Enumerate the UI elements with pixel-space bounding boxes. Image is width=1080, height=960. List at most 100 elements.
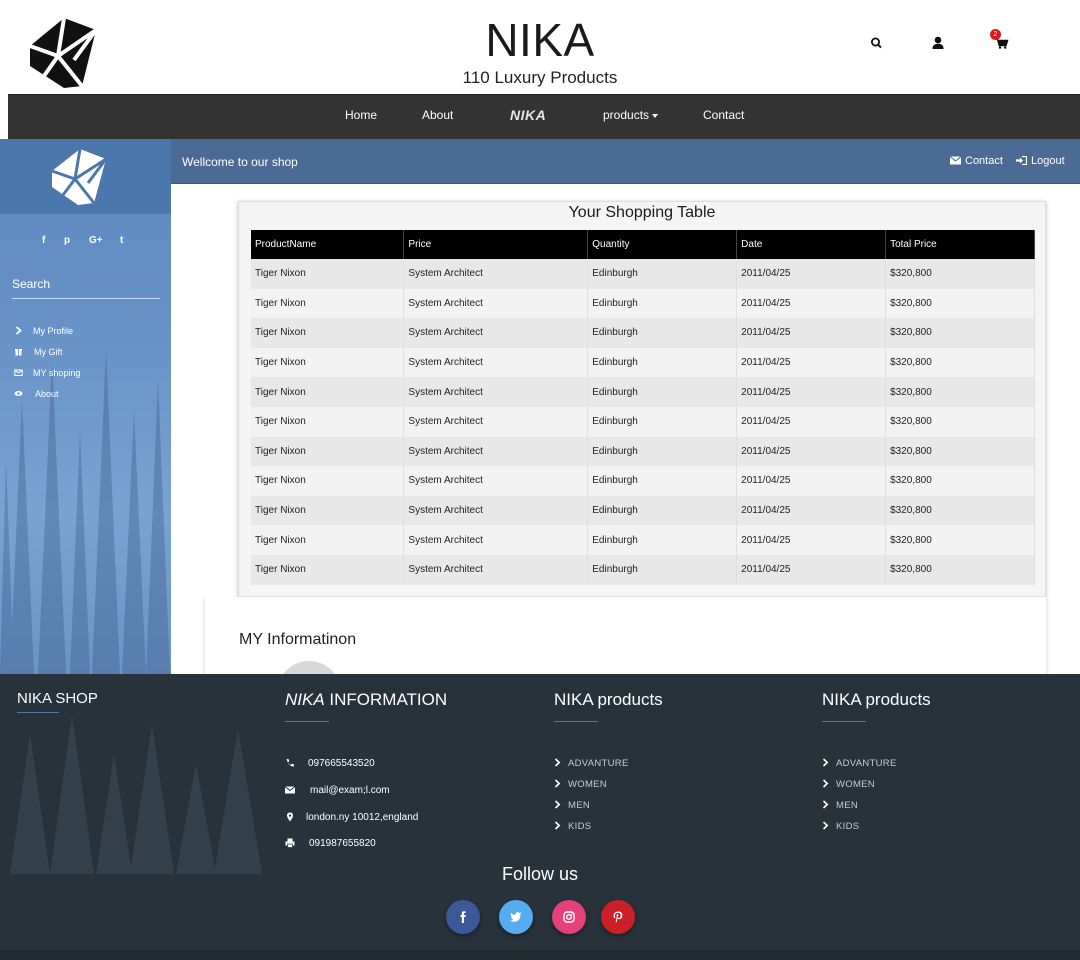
footer-phone-text: 097665543520: [308, 758, 375, 769]
cell-quantity: Edinburgh: [587, 495, 738, 526]
cell-price: System Architect: [403, 259, 589, 289]
nav-home[interactable]: Home: [345, 95, 377, 140]
site-header: NIKA 110 Luxury Products 2: [0, 0, 1080, 94]
column-header-date[interactable]: Date: [736, 230, 887, 259]
logo-icon[interactable]: [48, 147, 108, 207]
cell-date: 2011/04/25: [736, 259, 887, 289]
gift-icon: [15, 349, 22, 356]
cell-quantity: Edinburgh: [587, 525, 738, 555]
nav-products-dropdown[interactable]: products: [603, 95, 659, 140]
sidebar-item-my-shoping[interactable]: MY shoping: [14, 367, 134, 381]
twitter-button[interactable]: [499, 900, 533, 934]
chevron-right-icon: [554, 779, 561, 788]
map-marker-icon: [287, 812, 293, 822]
footer-bottom-bar: [0, 950, 1080, 960]
cell-product-name: Tiger Nixon: [251, 436, 405, 467]
eye-icon: [14, 391, 23, 396]
cell-date: 2011/04/25: [736, 318, 887, 348]
caret-down-icon: [652, 113, 659, 118]
cell-quantity: Edinburgh: [587, 318, 738, 348]
print-icon: [285, 838, 295, 848]
logout-link[interactable]: Logout: [1016, 155, 1065, 167]
footer-product-link-label: WOMEN: [836, 779, 875, 790]
follow-us-title: Follow us: [501, 864, 579, 884]
cell-price: System Architect: [403, 525, 589, 555]
twitter-icon: [510, 912, 522, 922]
table-row[interactable]: Tiger Nixon System Architect Edinburgh 2011…: [251, 259, 1035, 289]
cell-date: 2011/04/25: [736, 288, 887, 319]
cell-product-name: Tiger Nixon: [251, 495, 405, 526]
facebook-icon: [460, 911, 466, 923]
footer-product-link-label: WOMEN: [568, 779, 607, 790]
pinterest-icon[interactable]: p: [64, 235, 70, 246]
cell-total-price: $320,800: [885, 347, 1035, 378]
table-row[interactable]: Tiger Nixon System Architect Edinburgh 2011…: [251, 466, 1035, 496]
logout-link-label: Logout: [1031, 155, 1065, 167]
sidebar-item-label: My Profile: [33, 326, 74, 336]
footer-title-underline: [17, 712, 59, 713]
sidebar-item-label: My Gift: [34, 347, 63, 357]
cell-date: 2011/04/25: [736, 406, 887, 437]
pinterest-button[interactable]: [601, 900, 635, 934]
table-row[interactable]: Tiger Nixon System Architect Edinburgh 2011…: [251, 495, 1035, 526]
footer-info-brand: NIKA: [285, 690, 325, 709]
pinterest-icon: [613, 911, 623, 923]
cell-date: 2011/04/25: [736, 377, 887, 407]
brand: NIKA 110 Luxury Products: [0, 14, 1080, 88]
facebook-icon[interactable]: f: [42, 235, 45, 246]
envelope-icon: [14, 369, 23, 376]
search-icon[interactable]: [868, 34, 886, 52]
sidebar-item-my-profile[interactable]: My Profile: [14, 325, 134, 339]
cell-product-name: Tiger Nixon: [251, 466, 405, 496]
sidebar-item-my-gift[interactable]: My Gift: [14, 346, 134, 360]
sidebar-item-label: MY shoping: [33, 368, 81, 378]
table-row[interactable]: Tiger Nixon System Architect Edinburgh 2011…: [251, 554, 1035, 585]
footer-email-text[interactable]: mail@exam;l.com: [310, 785, 390, 796]
welcome-text: Wellcome to our shop: [182, 155, 298, 169]
footer-col-information-title: NIKA INFORMATION: [285, 690, 447, 710]
envelope-icon: [950, 156, 961, 165]
cell-total-price: $320,800: [885, 259, 1035, 289]
table-row[interactable]: Tiger Nixon System Architect Edinburgh 2011…: [251, 436, 1035, 467]
chevron-right-icon: [822, 821, 829, 830]
instagram-button[interactable]: [552, 900, 586, 934]
chevron-right-icon: [554, 800, 561, 809]
table-row[interactable]: Tiger Nixon System Architect Edinburgh 2011…: [251, 525, 1035, 555]
table-row[interactable]: Tiger Nixon System Architect Edinburgh 2011…: [251, 347, 1035, 378]
user-icon[interactable]: [929, 34, 947, 52]
twitter-icon[interactable]: t: [120, 235, 123, 246]
sidebar-search-label[interactable]: Search: [12, 277, 50, 291]
footer-title-underline: [822, 721, 866, 722]
table-row[interactable]: Tiger Nixon System Architect Edinburgh 2011…: [251, 318, 1035, 348]
cell-date: 2011/04/25: [736, 466, 887, 496]
footer-title-underline: [285, 721, 329, 722]
nav-brand[interactable]: NIKA: [510, 95, 546, 140]
envelope-icon: [285, 786, 295, 794]
nav-contact[interactable]: Contact: [703, 95, 744, 140]
table-row[interactable]: Tiger Nixon System Architect Edinburgh 2011…: [251, 377, 1035, 407]
table-row[interactable]: Tiger Nixon System Architect Edinburgh 2011…: [251, 288, 1035, 319]
cart-count-badge: 2: [990, 29, 1001, 40]
cell-quantity: Edinburgh: [587, 377, 738, 407]
cell-product-name: Tiger Nixon: [251, 525, 405, 555]
contact-link[interactable]: Contact: [950, 155, 1003, 167]
cell-product-name: Tiger Nixon: [251, 288, 405, 319]
facebook-button[interactable]: [446, 900, 480, 934]
cell-product-name: Tiger Nixon: [251, 259, 405, 289]
footer-col-shop-title: NIKA SHOP: [17, 690, 98, 707]
cell-price: System Architect: [403, 554, 589, 585]
my-information-title: MY Informatinon: [239, 631, 357, 648]
footer-product-link-label: KIDS: [568, 821, 592, 832]
sidebar-item-about[interactable]: About: [14, 388, 134, 402]
column-header-quantity[interactable]: Quantity: [587, 230, 738, 259]
cell-total-price: $320,800: [885, 377, 1035, 407]
column-header-price[interactable]: Price: [403, 230, 589, 259]
cell-date: 2011/04/25: [736, 436, 887, 467]
column-header-total-price[interactable]: Total Price: [885, 230, 1035, 259]
nav-about[interactable]: About: [422, 95, 453, 140]
table-row[interactable]: Tiger Nixon System Architect Edinburgh 2011…: [251, 406, 1035, 437]
cell-total-price: $320,800: [885, 466, 1035, 496]
column-header-product-name[interactable]: ProductName: [251, 230, 405, 259]
google-plus-icon[interactable]: G+: [89, 235, 103, 246]
footer-product-link-label: MEN: [568, 800, 591, 811]
